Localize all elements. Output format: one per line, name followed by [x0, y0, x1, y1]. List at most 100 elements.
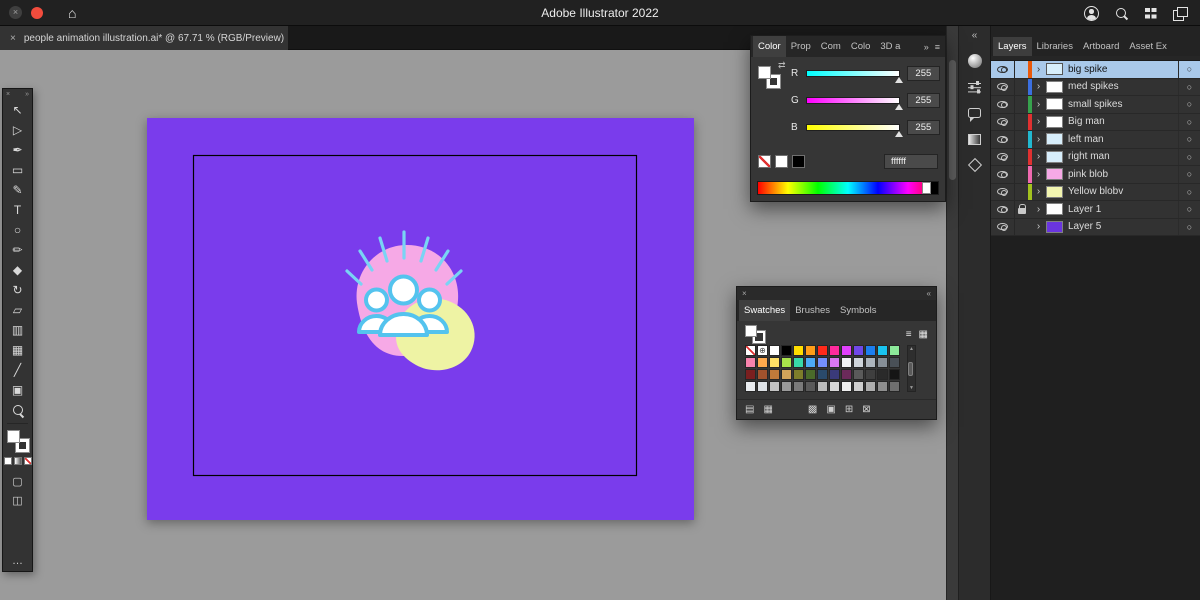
home-icon[interactable]: ⌂ — [68, 5, 76, 21]
swatch[interactable] — [769, 357, 780, 368]
layer-name[interactable]: right man — [1068, 151, 1178, 162]
layer-visibility-cell[interactable] — [991, 201, 1015, 218]
eye-icon[interactable] — [997, 135, 1008, 144]
layer-lock-cell[interactable] — [1015, 96, 1028, 113]
layer-expand-chevron[interactable]: › — [1033, 81, 1044, 92]
layer-visibility-cell[interactable] — [991, 78, 1015, 95]
layer-row[interactable]: › pink blob ○ — [991, 166, 1200, 184]
layer-expand-chevron[interactable]: › — [1033, 116, 1044, 127]
swatch[interactable] — [805, 357, 816, 368]
swatch[interactable] — [781, 345, 792, 356]
account-icon[interactable] — [1084, 5, 1099, 21]
gradient-tool[interactable]: ▥ — [3, 320, 32, 340]
layer-row[interactable]: › Layer 5 ○ — [991, 218, 1200, 236]
more-tools-icon[interactable]: … — [12, 555, 23, 567]
swatch[interactable] — [865, 381, 876, 392]
layer-expand-chevron[interactable]: › — [1033, 64, 1044, 75]
swatch[interactable] — [889, 381, 900, 392]
fill-swatch[interactable] — [6, 430, 20, 443]
swatch[interactable] — [805, 369, 816, 380]
swatch[interactable] — [829, 369, 840, 380]
gradient-panel-icon[interactable] — [959, 127, 990, 151]
layer-name[interactable]: small spikes — [1068, 99, 1178, 110]
layer-expand-chevron[interactable]: › — [1033, 221, 1044, 232]
artboard[interactable] — [147, 118, 694, 520]
panel-close-icon[interactable]: × — [742, 289, 747, 298]
eye-icon[interactable] — [997, 153, 1008, 161]
gradient-fill-icon[interactable] — [13, 457, 22, 465]
swatch[interactable] — [865, 369, 876, 380]
artboard-tool[interactable]: ▣ — [3, 380, 32, 400]
paintbrush-tool[interactable]: ✎ — [3, 180, 32, 200]
eye-icon[interactable] — [997, 205, 1008, 214]
layer-target-icon[interactable]: ○ — [1178, 166, 1200, 183]
layer-lock-cell[interactable] — [1015, 201, 1028, 218]
none-fill-icon[interactable] — [23, 457, 32, 465]
color-tab-3d-a[interactable]: 3D a — [875, 36, 905, 57]
layer-expand-chevron[interactable]: › — [1033, 186, 1044, 197]
layer-name[interactable]: Layer 5 — [1068, 221, 1178, 232]
swatches-scrollbar[interactable]: ▲ ▼ — [907, 345, 916, 392]
document-tab[interactable]: × people animation illustration.ai* @ 67… — [0, 26, 288, 50]
apps-grid-icon[interactable] — [1144, 7, 1157, 20]
swatch[interactable] — [853, 357, 864, 368]
layer-thumbnail[interactable] — [1046, 133, 1063, 146]
swatch[interactable] — [841, 345, 852, 356]
swap-fill-stroke-icon[interactable]: ⇄ — [778, 60, 786, 71]
layer-visibility-cell[interactable] — [991, 166, 1015, 183]
scrollbar-thumb[interactable] — [907, 361, 913, 376]
selection-tool[interactable]: ↖ — [3, 100, 32, 120]
rectangle-tool[interactable]: ▭ — [3, 160, 32, 180]
layer-thumbnail[interactable] — [1046, 80, 1063, 93]
swatch[interactable] — [853, 369, 864, 380]
toolbar-close-icon[interactable]: × — [6, 89, 10, 100]
color-tab-prop[interactable]: Prop — [786, 36, 816, 57]
layer-visibility-cell[interactable] — [991, 131, 1015, 148]
layer-name[interactable]: left man — [1068, 134, 1178, 145]
layer-row[interactable]: › Big man ○ — [991, 113, 1200, 131]
layer-thumbnail[interactable] — [1046, 203, 1063, 216]
pen-tool[interactable]: ✒ — [3, 140, 32, 160]
swatch[interactable] — [853, 345, 864, 356]
layer-lock-cell[interactable] — [1015, 166, 1028, 183]
hex-field[interactable]: ffffff — [884, 154, 938, 169]
channel-slider[interactable] — [805, 70, 903, 83]
color-fill-icon[interactable] — [3, 457, 12, 465]
swatch[interactable] — [817, 381, 828, 392]
new-color-group-icon[interactable]: ▣ — [826, 404, 835, 415]
channel-slider[interactable] — [805, 97, 903, 110]
layer-target-icon[interactable]: ○ — [1178, 201, 1200, 218]
swatch[interactable] — [877, 357, 888, 368]
layer-row[interactable]: › med spikes ○ — [991, 78, 1200, 96]
scroll-down-icon[interactable]: ▼ — [909, 385, 914, 391]
screen-mode-icon[interactable]: ◫ — [12, 494, 22, 507]
layer-target-icon[interactable]: ○ — [1178, 218, 1200, 235]
layer-row[interactable]: › big spike ○ — [991, 61, 1200, 79]
layer-name[interactable]: Big man — [1068, 116, 1178, 127]
layer-row[interactable]: › small spikes ○ — [991, 96, 1200, 114]
panel-collapse-icon[interactable]: « — [927, 289, 931, 298]
channel-value-field[interactable]: 255 — [906, 93, 940, 108]
layer-target-icon[interactable]: ○ — [1178, 113, 1200, 130]
canvas-scrollbar[interactable] — [946, 26, 958, 600]
dock-collapse-icon[interactable]: « — [972, 30, 978, 41]
layer-row[interactable]: › left man ○ — [991, 131, 1200, 149]
layer-lock-cell[interactable] — [1015, 79, 1028, 96]
swatch[interactable] — [745, 357, 756, 368]
layer-name[interactable]: big spike — [1068, 64, 1178, 75]
eye-icon[interactable] — [997, 100, 1008, 109]
eye-icon[interactable] — [997, 170, 1008, 179]
black-swatch[interactable] — [792, 155, 805, 168]
eyedropper-tool[interactable]: ╱ — [3, 360, 32, 380]
spectrum-caps[interactable] — [922, 182, 938, 194]
fill-stroke-indicator[interactable] — [6, 430, 30, 453]
swatch[interactable] — [817, 357, 828, 368]
rotate-tool[interactable]: ↻ — [3, 280, 32, 300]
layer-visibility-cell[interactable] — [991, 96, 1015, 113]
layer-expand-chevron[interactable]: › — [1033, 99, 1044, 110]
layer-lock-cell[interactable] — [1015, 114, 1028, 131]
channel-value-field[interactable]: 255 — [906, 66, 940, 81]
swatch[interactable] — [817, 345, 828, 356]
eye-icon[interactable] — [997, 65, 1008, 74]
layer-thumbnail[interactable] — [1046, 185, 1063, 198]
